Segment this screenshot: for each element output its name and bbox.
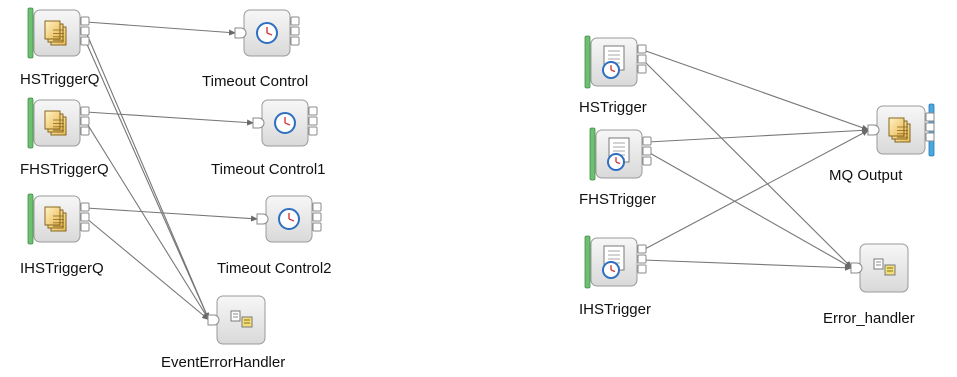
node-label: FHSTriggerQ bbox=[20, 161, 109, 178]
message-stack-icon bbox=[44, 110, 67, 136]
connection-m2-to-m4[interactable] bbox=[647, 127, 870, 143]
message-stack-icon bbox=[888, 117, 911, 143]
out-terminal[interactable] bbox=[80, 16, 90, 26]
node-body[interactable] bbox=[216, 295, 266, 345]
clock-icon bbox=[607, 153, 625, 171]
out-terminal[interactable] bbox=[290, 26, 300, 36]
input-node-bar bbox=[589, 127, 596, 181]
out-terminal[interactable] bbox=[642, 136, 652, 146]
out-terminal[interactable] bbox=[308, 126, 318, 136]
connection-m2-to-m5[interactable] bbox=[647, 151, 853, 269]
input-node-bar bbox=[584, 235, 591, 289]
node-label: Error_handler bbox=[823, 310, 915, 327]
out-terminal[interactable] bbox=[80, 116, 90, 126]
input-node-bar bbox=[27, 193, 34, 245]
mq-input-node[interactable] bbox=[27, 193, 90, 245]
in-terminal[interactable] bbox=[252, 117, 265, 129]
out-terminal[interactable] bbox=[80, 222, 90, 232]
out-terminal[interactable] bbox=[642, 156, 652, 166]
out-terminal[interactable] bbox=[80, 26, 90, 36]
timeout-control-node[interactable] bbox=[234, 9, 300, 57]
timeout-clock-icon bbox=[278, 208, 300, 230]
connections-layer bbox=[85, 21, 870, 321]
out-terminal[interactable] bbox=[637, 44, 647, 54]
connection-m3-to-m5[interactable] bbox=[642, 259, 853, 271]
node-label: FHSTrigger bbox=[579, 191, 656, 208]
node-label: EventErrorHandler bbox=[161, 354, 285, 371]
message-flow-canvas: HSTriggerQ FHSTriggerQ IHSTriggerQ Timeout … bbox=[20, 7, 935, 371]
subflow-node[interactable] bbox=[207, 295, 266, 345]
node-label: Timeout Control2 bbox=[217, 260, 332, 277]
node-label: Timeout Control bbox=[202, 73, 308, 90]
node-body[interactable] bbox=[859, 243, 909, 293]
out-terminal[interactable] bbox=[80, 126, 90, 136]
timeout-control-node[interactable] bbox=[256, 195, 322, 243]
connection-n3-to-n7[interactable] bbox=[85, 217, 210, 321]
out-terminal[interactable] bbox=[308, 116, 318, 126]
out-terminal[interactable] bbox=[312, 202, 322, 212]
mq-output-node[interactable] bbox=[867, 103, 935, 157]
clock-icon bbox=[602, 61, 620, 79]
input-node-bar bbox=[27, 7, 34, 59]
connection-m1-to-m4[interactable] bbox=[642, 49, 870, 131]
connection-n1-to-n7[interactable] bbox=[85, 41, 210, 321]
out-terminal[interactable] bbox=[925, 122, 935, 132]
connection-n2-to-n7[interactable] bbox=[85, 121, 210, 321]
out-terminal[interactable] bbox=[312, 212, 322, 222]
input-node-bar bbox=[584, 35, 591, 89]
out-terminal[interactable] bbox=[637, 254, 647, 264]
in-terminal[interactable] bbox=[256, 213, 269, 225]
out-terminal[interactable] bbox=[642, 146, 652, 156]
node-label: MQ Output bbox=[829, 167, 903, 184]
node-label: Timeout Control1 bbox=[211, 161, 326, 178]
input-node-bar bbox=[27, 97, 34, 149]
mq-input-node[interactable] bbox=[27, 7, 90, 59]
connection-n1-to-n4[interactable] bbox=[85, 21, 237, 36]
nodes-layer: HSTriggerQ FHSTriggerQ IHSTriggerQ Timeout … bbox=[20, 7, 935, 371]
node-label: IHSTrigger bbox=[579, 301, 651, 318]
out-terminal[interactable] bbox=[312, 222, 322, 232]
node-label: HSTrigger bbox=[579, 99, 647, 116]
out-terminal[interactable] bbox=[290, 36, 300, 46]
in-terminal[interactable] bbox=[850, 262, 863, 274]
out-terminal[interactable] bbox=[637, 64, 647, 74]
out-terminal[interactable] bbox=[308, 106, 318, 116]
out-terminal[interactable] bbox=[80, 36, 90, 46]
timeout-notification-node[interactable] bbox=[584, 35, 647, 89]
timeout-notification-node[interactable] bbox=[589, 127, 652, 181]
connection-n2-to-n5[interactable] bbox=[85, 111, 255, 126]
node-label: IHSTriggerQ bbox=[20, 260, 104, 277]
timeout-notification-node[interactable] bbox=[584, 235, 647, 289]
clock-icon bbox=[602, 261, 620, 279]
in-terminal[interactable] bbox=[867, 124, 880, 136]
out-terminal[interactable] bbox=[637, 244, 647, 254]
out-terminal[interactable] bbox=[925, 132, 935, 142]
out-terminal[interactable] bbox=[637, 54, 647, 64]
out-terminal[interactable] bbox=[637, 264, 647, 274]
out-terminal[interactable] bbox=[925, 112, 935, 122]
node-label: HSTriggerQ bbox=[20, 71, 99, 88]
out-terminal[interactable] bbox=[80, 106, 90, 116]
out-terminal[interactable] bbox=[80, 212, 90, 222]
message-stack-icon bbox=[44, 206, 67, 232]
timeout-clock-icon bbox=[256, 22, 278, 44]
in-terminal[interactable] bbox=[234, 27, 247, 39]
in-terminal[interactable] bbox=[207, 314, 220, 326]
connection-n3-to-n6[interactable] bbox=[85, 207, 259, 222]
timeout-control-node[interactable] bbox=[252, 99, 318, 147]
message-stack-icon bbox=[44, 20, 67, 46]
mq-input-node[interactable] bbox=[27, 97, 90, 149]
connection-m1-to-m5[interactable] bbox=[642, 59, 853, 269]
out-terminal[interactable] bbox=[290, 16, 300, 26]
timeout-clock-icon bbox=[274, 112, 296, 134]
out-terminal[interactable] bbox=[80, 202, 90, 212]
subflow-node[interactable] bbox=[850, 243, 909, 293]
connection-m3-to-m4[interactable] bbox=[642, 129, 870, 251]
